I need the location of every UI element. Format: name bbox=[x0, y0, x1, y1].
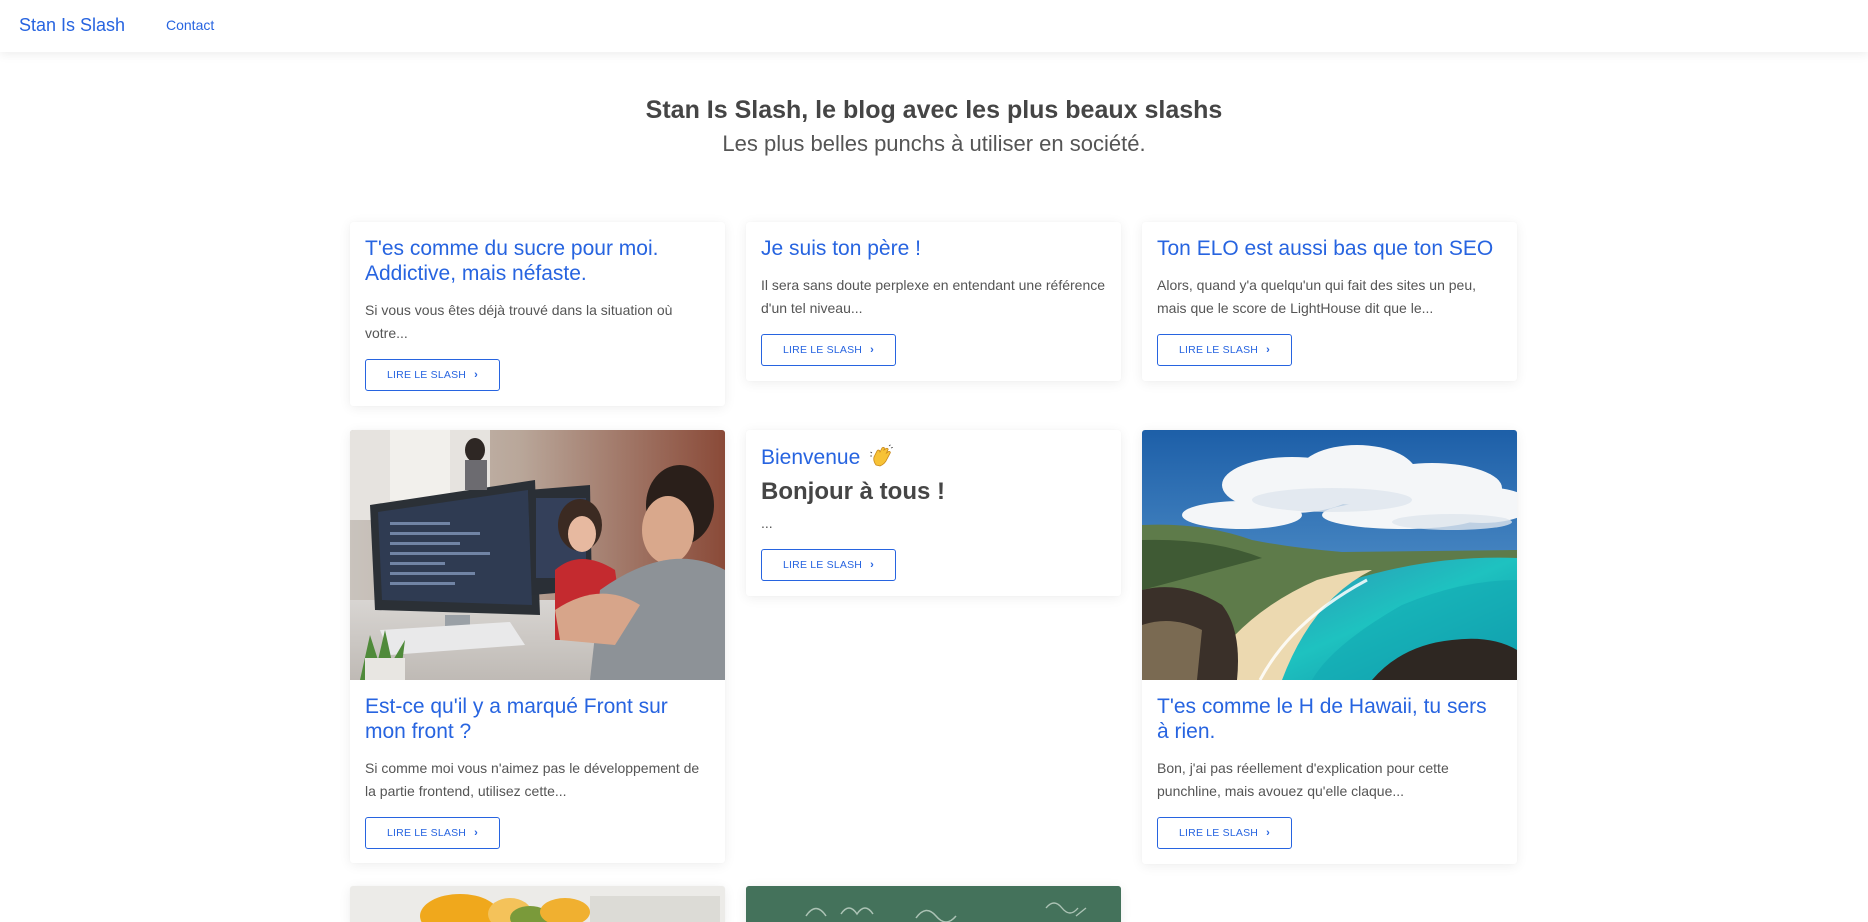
post-card: T'es comme du sucre pour moi. Addictive,… bbox=[350, 222, 725, 406]
read-slash-button[interactable]: LIRE LE SLASH › bbox=[365, 359, 500, 391]
post-title-link[interactable]: Je suis ton père ! bbox=[761, 236, 1106, 261]
post-title-link[interactable]: Ton ELO est aussi bas que ton SEO bbox=[1157, 236, 1502, 261]
chevron-right-icon: › bbox=[1266, 343, 1270, 356]
post-title-link[interactable]: T'es comme du sucre pour moi. Addictive,… bbox=[365, 236, 710, 286]
page-subtitle: Les plus belles punchs à utiliser en soc… bbox=[722, 131, 1146, 156]
post-title-text: Bienvenue bbox=[761, 446, 861, 469]
brand-link[interactable]: Stan Is Slash bbox=[19, 15, 125, 36]
nav-contact-link[interactable]: Contact bbox=[166, 17, 214, 33]
post-excerpt: Si comme moi vous n'aimez pas le dévelop… bbox=[365, 760, 700, 799]
read-slash-button[interactable]: LIRE LE SLASH › bbox=[761, 549, 896, 581]
post-card bbox=[746, 886, 1121, 922]
post-excerpt: Si vous vous êtes déjà trouvé dans la si… bbox=[365, 302, 673, 341]
post-image-beach[interactable] bbox=[1142, 430, 1517, 680]
read-slash-button-label: LIRE LE SLASH bbox=[1179, 827, 1259, 839]
chevron-right-icon: › bbox=[1266, 826, 1270, 839]
post-card: Ton ELO est aussi bas que ton SEO Alors,… bbox=[1142, 222, 1517, 381]
page-title: Stan Is Slash, le blog avec les plus bea… bbox=[645, 96, 1223, 124]
read-slash-button[interactable]: LIRE LE SLASH › bbox=[761, 334, 896, 366]
post-excerpt: Bon, j'ai pas réellement d'explication p… bbox=[1157, 760, 1449, 799]
post-image-chalkboard[interactable] bbox=[746, 886, 1121, 922]
read-slash-button[interactable]: LIRE LE SLASH › bbox=[1157, 817, 1292, 849]
chevron-right-icon: › bbox=[870, 558, 874, 571]
post-excerpt: Alors, quand y'a quelqu'un qui fait des … bbox=[1157, 277, 1477, 316]
chevron-right-icon: › bbox=[474, 368, 478, 381]
post-title-link[interactable]: T'es comme le H de Hawaii, tu sers à rie… bbox=[1157, 694, 1502, 744]
read-slash-button[interactable]: LIRE LE SLASH › bbox=[1157, 334, 1292, 366]
post-card: Bienvenue Bonjour à tous ! ... LIRE LE S… bbox=[746, 430, 1121, 596]
post-image-fruit[interactable] bbox=[350, 886, 725, 922]
read-slash-button-label: LIRE LE SLASH bbox=[1179, 344, 1259, 356]
chevron-right-icon: › bbox=[870, 343, 874, 356]
post-title-link[interactable]: Est-ce qu'il y a marqué Front sur mon fr… bbox=[365, 694, 710, 744]
read-slash-button-label: LIRE LE SLASH bbox=[783, 344, 863, 356]
read-slash-button-label: LIRE LE SLASH bbox=[387, 827, 467, 839]
read-slash-button[interactable]: LIRE LE SLASH › bbox=[365, 817, 500, 849]
waving-hand-icon bbox=[870, 444, 894, 467]
read-slash-button-label: LIRE LE SLASH bbox=[387, 369, 467, 381]
navbar: Stan Is Slash Contact bbox=[0, 0, 1868, 52]
post-image-office[interactable] bbox=[350, 430, 725, 680]
post-card: T'es comme le H de Hawaii, tu sers à rie… bbox=[1142, 430, 1517, 864]
post-card: Je suis ton père ! Il sera sans doute pe… bbox=[746, 222, 1121, 381]
post-excerpt: Il sera sans doute perplexe en entendant… bbox=[761, 277, 1106, 316]
post-card: Est-ce qu'il y a marqué Front sur mon fr… bbox=[350, 430, 725, 863]
read-slash-button-label: LIRE LE SLASH bbox=[783, 559, 863, 571]
post-excerpt: ... bbox=[761, 515, 773, 531]
post-title-link[interactable]: Bienvenue bbox=[761, 444, 1106, 470]
post-subtitle: Bonjour à tous ! bbox=[761, 478, 945, 505]
chevron-right-icon: › bbox=[474, 826, 478, 839]
post-card bbox=[350, 886, 725, 922]
